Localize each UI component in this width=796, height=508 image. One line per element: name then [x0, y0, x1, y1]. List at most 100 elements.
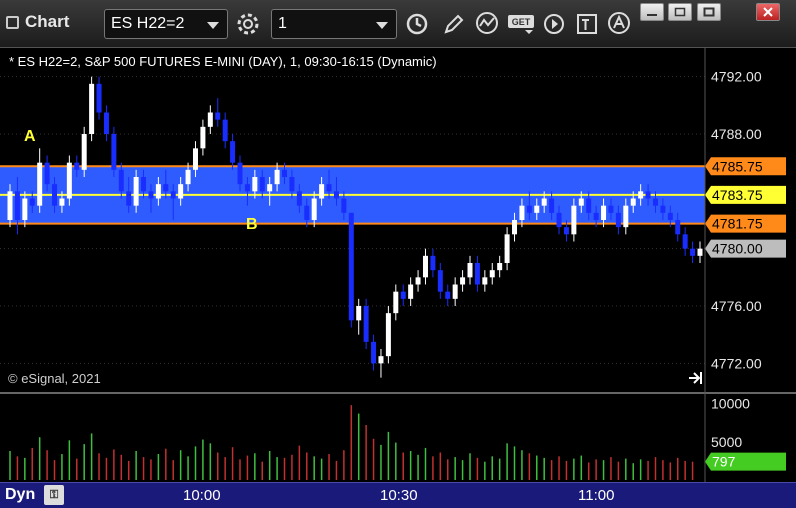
- volume-tag: 797: [705, 452, 786, 471]
- chart-info-line: * ES H22=2, S&P 500 FUTURES E-MINI (DAY)…: [9, 54, 437, 69]
- candle: [89, 76, 95, 142]
- candle-body: [400, 291, 406, 299]
- candle-body: [14, 191, 20, 220]
- candle-body: [111, 134, 117, 170]
- candle-body: [74, 162, 80, 170]
- candle-body: [578, 198, 584, 206]
- candle-body: [675, 220, 681, 235]
- candle: [356, 298, 362, 335]
- candle-body: [141, 177, 147, 192]
- candle-body: [630, 198, 636, 206]
- candle-body: [519, 205, 525, 220]
- candle-body: [96, 83, 102, 113]
- price-axis[interactable]: 4772.004776.004780.004784.004788.004792.…: [705, 69, 786, 471]
- candle-body: [408, 284, 414, 299]
- candle: [230, 134, 236, 170]
- candle: [222, 112, 228, 149]
- candle-body: [230, 141, 236, 163]
- chart-canvas[interactable]: 4772.004776.004780.004784.004788.004792.…: [0, 0, 796, 482]
- candle: [215, 98, 221, 127]
- candle-body: [237, 162, 243, 185]
- candle: [489, 263, 495, 285]
- scroll-to-end-icon[interactable]: [689, 372, 702, 384]
- candle: [400, 284, 406, 306]
- candle: [363, 298, 369, 349]
- candle-body: [422, 255, 428, 278]
- candle-body: [274, 169, 280, 185]
- candle-body: [385, 313, 391, 357]
- candle-body: [244, 184, 250, 192]
- candle-body: [252, 177, 258, 192]
- candle: [430, 248, 436, 278]
- candle-body: [534, 205, 540, 213]
- candle-body: [215, 112, 221, 120]
- candle-body: [541, 198, 547, 206]
- candle-body: [638, 191, 644, 199]
- price-tick-label: 4788.00: [711, 126, 762, 142]
- candle-body: [267, 184, 273, 192]
- price-tick-label: 4776.00: [711, 298, 762, 314]
- dynamic-label[interactable]: Dyn: [5, 486, 35, 504]
- candle-body: [497, 263, 503, 271]
- candle-body: [393, 291, 399, 314]
- candle-body: [690, 248, 696, 256]
- candle-body: [593, 212, 599, 220]
- candle: [81, 126, 87, 177]
- candle: [497, 255, 503, 278]
- time-label-1000: 10:00: [183, 487, 221, 504]
- candle-body: [89, 83, 95, 134]
- svg-text:4785.75: 4785.75: [712, 158, 763, 174]
- candle-body: [289, 177, 295, 192]
- price-tag-lower: 4781.75: [705, 214, 786, 233]
- candle-body: [192, 148, 198, 170]
- candle: [682, 227, 688, 256]
- candle: [437, 263, 443, 299]
- candle: [66, 155, 72, 206]
- candle-body: [652, 198, 658, 206]
- candle: [103, 105, 109, 142]
- candle: [393, 284, 399, 321]
- time-label-1030: 10:30: [380, 487, 418, 504]
- candle-body: [81, 134, 87, 170]
- time-axis-bar[interactable]: Dyn ⚿ 10:00 10:30 11:00: [0, 482, 796, 508]
- candle-body: [660, 205, 666, 213]
- candle-body: [29, 198, 35, 206]
- candlestick-series: [7, 76, 703, 378]
- candle-body: [311, 198, 317, 220]
- candle-body: [103, 112, 109, 134]
- lock-icon[interactable]: ⚿: [44, 485, 64, 505]
- candle-body: [356, 306, 362, 321]
- candle: [504, 227, 510, 271]
- svg-text:4781.75: 4781.75: [712, 216, 763, 232]
- candle-body: [333, 191, 339, 199]
- candle-body: [608, 205, 614, 213]
- candle: [408, 277, 414, 306]
- candle-body: [437, 270, 443, 292]
- annotation-b: B: [246, 216, 258, 233]
- candle-body: [148, 191, 154, 199]
- candle: [207, 105, 213, 134]
- candle-body: [415, 277, 421, 285]
- candle-body: [645, 191, 651, 199]
- candle-body: [22, 198, 28, 220]
- candle-body: [341, 198, 347, 213]
- candle-body: [623, 205, 629, 228]
- candle-body: [378, 356, 384, 364]
- candle-body: [155, 184, 161, 199]
- candle-body: [304, 205, 310, 220]
- candle-body: [319, 184, 325, 199]
- candle-body: [430, 255, 436, 271]
- candle: [697, 241, 703, 263]
- price-tag-mid: 4783.75: [705, 185, 786, 204]
- candle-body: [667, 212, 673, 220]
- candle-body: [571, 205, 577, 235]
- candle: [200, 119, 206, 156]
- candle: [452, 277, 458, 306]
- candle-body: [44, 162, 50, 185]
- candle-body: [452, 284, 458, 299]
- price-tick-label: 4792.00: [711, 69, 762, 85]
- candle: [111, 126, 117, 177]
- svg-text:4783.75: 4783.75: [712, 187, 763, 203]
- candle-body: [482, 277, 488, 285]
- candle-body: [59, 198, 65, 206]
